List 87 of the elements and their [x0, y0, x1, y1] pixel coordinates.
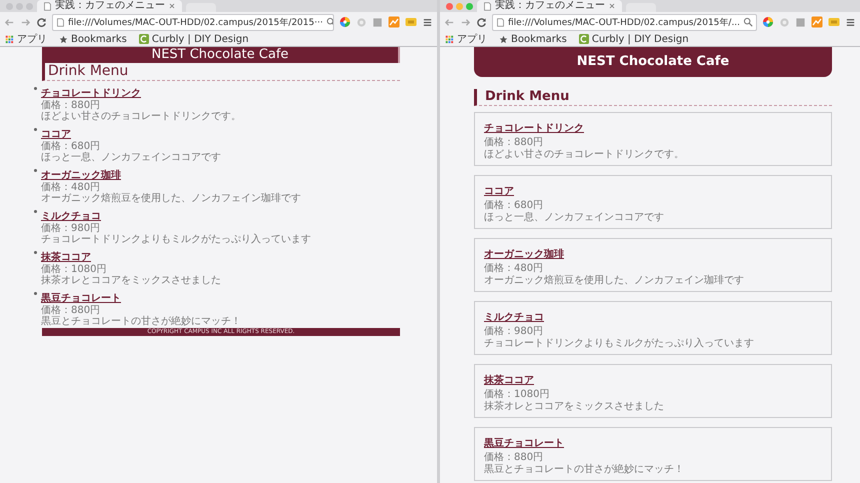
box-icon[interactable]: [405, 16, 417, 28]
site-favicon-icon: [138, 34, 149, 44]
menu-icon[interactable]: [845, 16, 856, 28]
apps-grid-icon: [5, 34, 14, 44]
star-icon: [59, 34, 68, 44]
description-text: ほどよい甘さのチョコレートドリンクです。: [41, 111, 241, 122]
reload-icon[interactable]: [476, 16, 487, 28]
site-header: NEST Chocolate Cafe: [474, 47, 832, 77]
price-text: 価格：880円: [484, 137, 544, 148]
list-bullet-icon: [34, 292, 37, 295]
site-header: NEST Chocolate Cafe: [42, 47, 400, 63]
bookmark-link[interactable]: Curbly | DIY Design: [152, 34, 249, 44]
price-text: 価格：680円: [41, 141, 102, 152]
reload-icon[interactable]: [36, 16, 47, 28]
window-control-icon[interactable]: [446, 2, 453, 10]
new-tab-button[interactable]: [186, 3, 216, 12]
box-icon[interactable]: [828, 16, 840, 28]
menu-item-link[interactable]: 抹茶ココア: [41, 252, 91, 263]
close-icon[interactable]: [168, 2, 176, 10]
price-text: 価格：680円: [484, 200, 544, 212]
section-heading: Drink Menu: [474, 89, 832, 106]
list-bullet-icon: [34, 87, 37, 90]
square-icon[interactable]: [795, 16, 806, 28]
description-text: ほっと一息、ノンカフェインココアです: [41, 152, 221, 163]
menu-item-link[interactable]: ミルクチョコ: [484, 312, 544, 323]
list-bullet-icon: [34, 169, 37, 172]
address-bar[interactable]: file:///Volumes/MAC-OUT-HDD/02.campus/2015年/2015···: [52, 14, 334, 30]
forward-arrow-icon[interactable]: [460, 16, 471, 28]
circle-icon[interactable]: [779, 16, 790, 28]
window-control-icon[interactable]: [456, 2, 463, 10]
price-text: 価格：980円: [41, 223, 102, 234]
menu-item-link[interactable]: ココア: [41, 129, 71, 140]
list-bullet-icon: [34, 251, 37, 254]
description-text: 抹茶オレとココアをミックスさせました: [41, 275, 221, 286]
address-bar[interactable]: file:///Volumes/MAC-OUT-HDD/02.campus/2015年/...: [492, 14, 757, 30]
close-icon[interactable]: [608, 2, 616, 10]
list-bullet-icon: [34, 128, 37, 131]
forward-arrow-icon[interactable]: [20, 16, 31, 28]
back-arrow-icon[interactable]: [444, 16, 455, 28]
price-text: 価格：480円: [484, 263, 544, 275]
bookmark-link[interactable]: Bookmarks: [511, 34, 567, 44]
circle-icon[interactable]: [356, 16, 367, 28]
window-control-icon[interactable]: [466, 2, 473, 10]
description-text: 抹茶オレとココアをミックスさせました: [484, 401, 665, 413]
star-icon: [499, 34, 508, 44]
price-text: 価格：480円: [41, 182, 101, 193]
section-heading: Drink Menu: [42, 63, 400, 81]
chart-icon[interactable]: [811, 16, 823, 28]
price-text: 価格：880円: [484, 452, 544, 464]
menu-item-link[interactable]: オーガニック珈琲: [41, 170, 121, 181]
description-text: チョコレートドリンクよりもミルクがたっぷり入っています: [41, 234, 311, 245]
search-icon[interactable]: [743, 17, 754, 27]
chart-icon[interactable]: [388, 16, 400, 28]
description-text: オーガニック焙煎豆を使用した、ノンカフェイン珈琲です: [41, 193, 301, 204]
price-text: 価格：1080円: [484, 389, 550, 400]
price-text: 価格：1080円: [41, 264, 108, 275]
site-favicon-icon: [578, 34, 589, 44]
bookmark-link[interactable]: Curbly | DIY Design: [592, 34, 689, 44]
back-arrow-icon[interactable]: [4, 16, 15, 28]
menu-icon[interactable]: [422, 16, 433, 28]
menu-item-link[interactable]: 抹茶ココア: [484, 375, 534, 386]
description-text: ほっと一息、ノンカフェインココアです: [484, 212, 665, 224]
menu-item-link[interactable]: ココア: [484, 186, 514, 197]
menu-item-link[interactable]: ミルクチョコ: [41, 211, 101, 222]
bookmark-link[interactable]: Bookmarks: [71, 34, 127, 44]
description-text: 黒豆とチョコレートの甘さが絶妙にマッチ！: [41, 316, 241, 327]
price-text: 価格：980円: [484, 326, 544, 338]
menu-item-link[interactable]: チョコレートドリンク: [41, 88, 141, 99]
search-icon[interactable]: [326, 17, 333, 27]
price-text: 価格：880円: [41, 100, 102, 111]
price-text: 価格：880円: [41, 305, 102, 316]
color-wheel-icon[interactable]: [762, 16, 774, 28]
description-text: オーガニック焙煎豆を使用した、ノンカフェイン珈琲です: [484, 275, 745, 287]
list-bullet-icon: [34, 210, 37, 213]
menu-item-link[interactable]: 黒豆チョコレート: [484, 438, 564, 449]
menu-item-link[interactable]: 黒豆チョコレート: [41, 293, 121, 304]
square-icon[interactable]: [372, 16, 383, 28]
description-text: ほどよい甘さのチョコレートドリンクです。: [484, 149, 685, 161]
new-tab-button[interactable]: [626, 3, 656, 12]
bookmark-link[interactable]: アプリ: [457, 32, 487, 46]
apps-grid-icon: [445, 34, 454, 44]
color-wheel-icon[interactable]: [339, 16, 351, 28]
bookmark-link[interactable]: アプリ: [17, 32, 47, 46]
description-text: チョコレートドリンクよりもミルクがたっぷり入っています: [484, 338, 755, 350]
menu-item-link[interactable]: チョコレートドリンク: [484, 123, 584, 134]
description-text: 黒豆とチョコレートの甘さが絶妙にマッチ！: [484, 464, 685, 476]
menu-item-link[interactable]: オーガニック珈琲: [484, 249, 564, 260]
